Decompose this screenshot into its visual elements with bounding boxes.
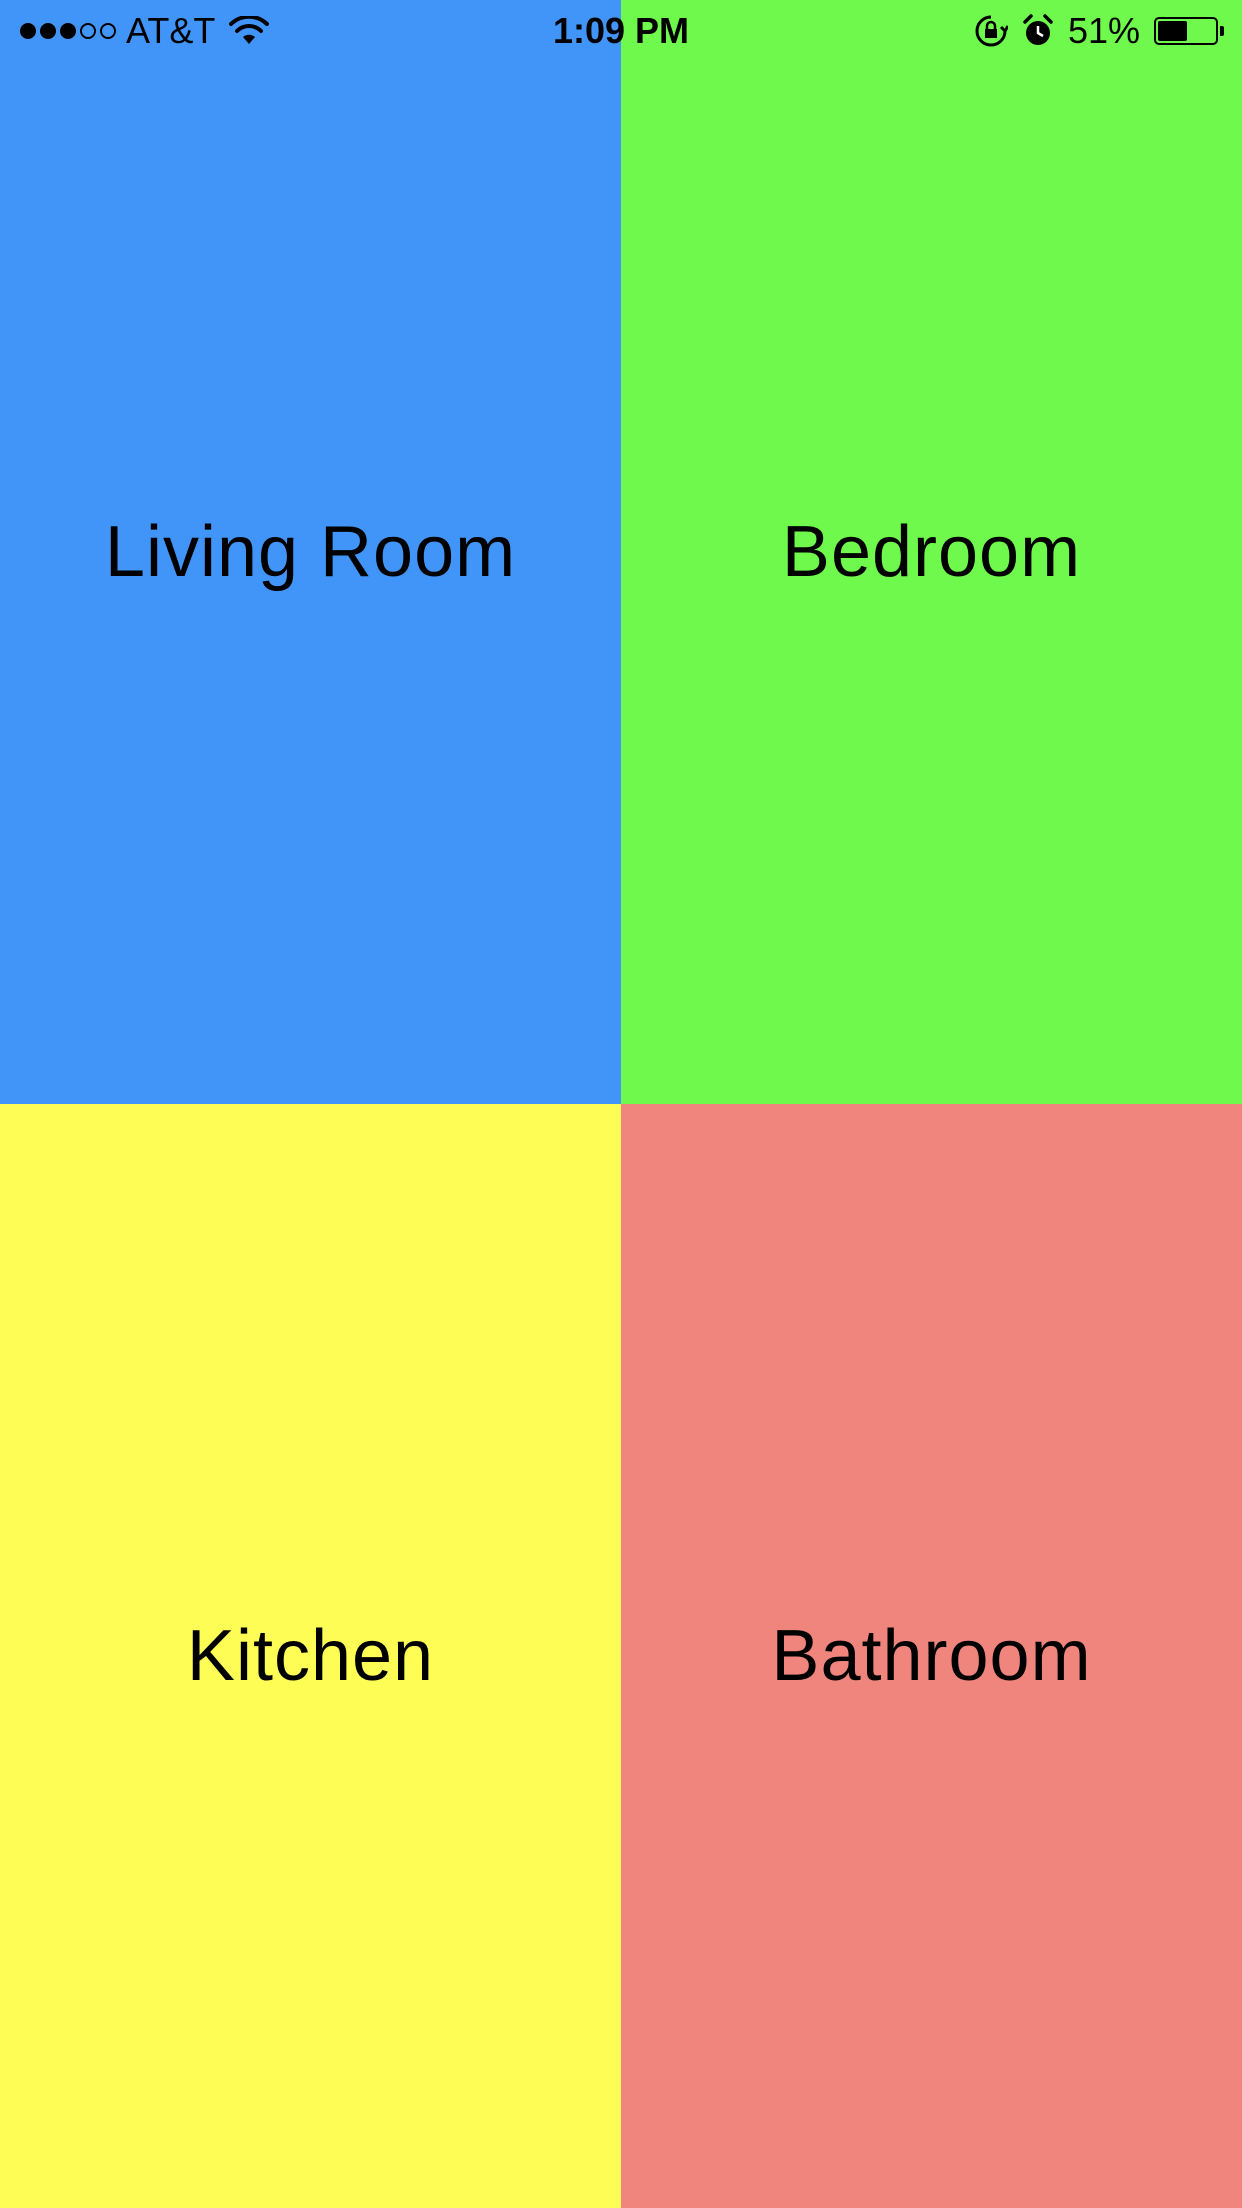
room-grid: AT&T 1:09 PM 51% Living Room Bedroom Kit… — [0, 0, 1242, 2208]
battery-fill — [1158, 21, 1187, 41]
room-label: Bedroom — [781, 512, 1082, 592]
room-tile-living-room[interactable]: Living Room — [0, 0, 621, 1104]
room-label: Kitchen — [186, 1616, 435, 1696]
rotation-lock-icon — [975, 15, 1008, 47]
battery-icon — [1154, 17, 1224, 45]
room-tile-bathroom[interactable]: Bathroom — [621, 1104, 1242, 2208]
room-tile-bedroom[interactable]: Bedroom — [621, 0, 1242, 1104]
alarm-icon — [1023, 14, 1053, 45]
room-label: Living Room — [104, 512, 517, 592]
room-label: Bathroom — [771, 1616, 1092, 1696]
status-bar: AT&T 1:09 PM 51% — [0, 0, 1242, 60]
room-tile-kitchen[interactable]: Kitchen — [0, 1104, 621, 2208]
battery-percent: 51% — [1067, 10, 1140, 51]
status-bar-right: 51% — [974, 10, 1224, 52]
